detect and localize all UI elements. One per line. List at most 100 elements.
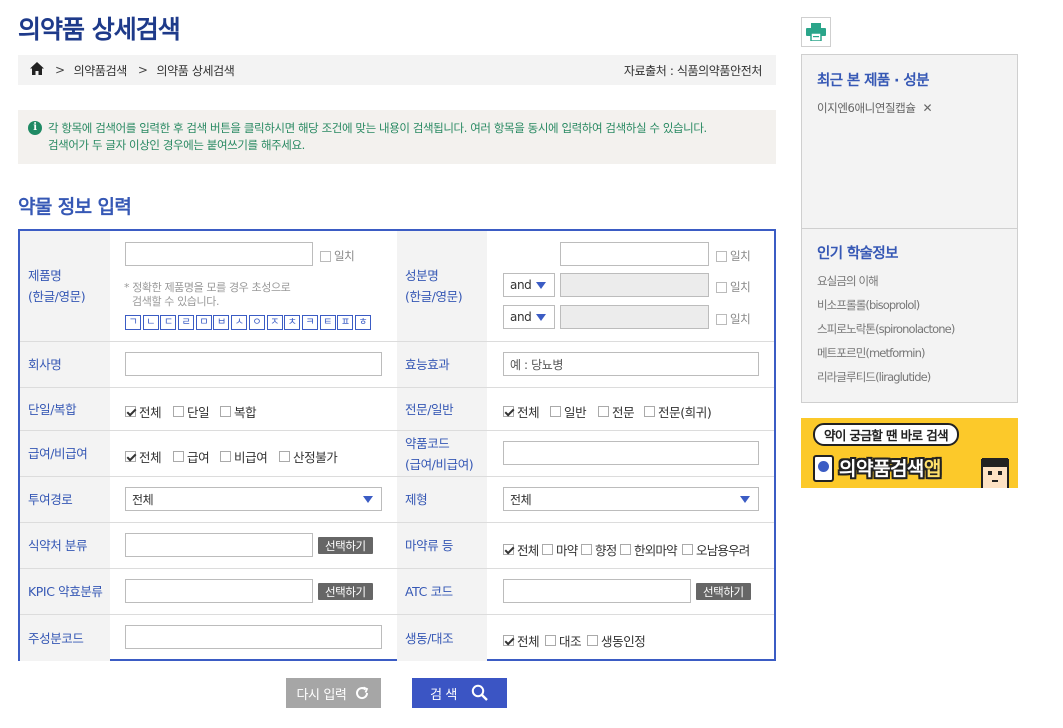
- popular-item[interactable]: 비소프롤롤(bisoprolol): [817, 297, 954, 321]
- ingredient-exact-checkbox-1[interactable]: 일치: [716, 248, 751, 264]
- breadcrumb: > 의약품검색 > 의약품 상세검색 자료출처 : 식품의약품안전처: [18, 55, 776, 85]
- print-button[interactable]: [801, 17, 831, 47]
- form-row: 단일/복합 전체 단일 복합 전문/일반 전체 일반 전문 전문(희귀): [20, 388, 774, 431]
- form-row: 급여/비급여 전체 급여 비급여 산정불가 약품코드 (급여/비급여): [20, 431, 774, 477]
- kpic-class-select-button[interactable]: 선택하기: [318, 583, 373, 600]
- general-checkbox[interactable]: 일반: [550, 402, 587, 421]
- atc-code-input[interactable]: [503, 579, 691, 603]
- mfds-class-select-button[interactable]: 선택하기: [318, 537, 373, 554]
- single-checkbox[interactable]: 단일: [173, 402, 210, 421]
- atc-code-select-button[interactable]: 선택하기: [696, 583, 751, 600]
- combo-checkbox[interactable]: 복합: [220, 402, 257, 421]
- ingredient-exact-checkbox-2[interactable]: 일치: [716, 279, 751, 295]
- ingredient-input-3[interactable]: [560, 305, 709, 329]
- efficacy-input[interactable]: 예 : 당뇨병: [503, 352, 759, 376]
- ingredient-operator-select-1[interactable]: and: [503, 273, 555, 297]
- reference-checkbox[interactable]: 대조: [545, 631, 582, 650]
- field-label: 효능효과: [397, 342, 487, 387]
- field-label: 마약류 등: [397, 523, 487, 568]
- data-source: 자료출처 : 식품의약품안전처: [623, 63, 763, 78]
- jamo-button[interactable]: ㅂ: [213, 315, 230, 330]
- popular-item[interactable]: 요실금의 이해: [817, 273, 954, 297]
- ingredient-code-input[interactable]: [125, 625, 382, 649]
- product-name-input[interactable]: [125, 242, 313, 266]
- form-row: 식약처 분류 선택하기 마약류 등 전체 마약 향정 한외마약 오남용우려: [20, 523, 774, 569]
- ingredient-operator-select-2[interactable]: and: [503, 305, 555, 329]
- breadcrumb-item[interactable]: 의약품검색: [74, 62, 128, 79]
- jamo-button[interactable]: ㄷ: [160, 315, 177, 330]
- jamo-button[interactable]: ㅋ: [301, 315, 318, 330]
- ingredient-input-2[interactable]: [560, 273, 709, 297]
- phone-icon: [813, 455, 834, 482]
- app-banner[interactable]: 약이 궁금할 땐 바로 검색 의약품검색앱: [801, 418, 1018, 488]
- exempt-narcotic-checkbox[interactable]: 한외마약: [620, 540, 678, 559]
- reimburse-all-checkbox[interactable]: 전체: [125, 447, 162, 466]
- jamo-button[interactable]: ㅊ: [284, 315, 301, 330]
- not-calculable-checkbox[interactable]: 산정불가: [279, 447, 338, 466]
- popular-item[interactable]: 리라글루티드(liraglutide): [817, 369, 954, 393]
- jamo-button[interactable]: ㅌ: [319, 315, 336, 330]
- company-input[interactable]: [125, 352, 382, 376]
- popular-item[interactable]: 메트포르민(metformin): [817, 345, 954, 369]
- search-icon: [471, 684, 488, 701]
- recent-item[interactable]: 이지엔6애니연질캡슐 ✕: [817, 100, 933, 116]
- form-row: 주성분코드 생동/대조 전체 대조 생동인정: [20, 615, 774, 661]
- bioequiv-all-checkbox[interactable]: 전체: [503, 631, 540, 650]
- dropdown-arrow-icon: [536, 314, 546, 321]
- info-line: 각 항목에 검색어를 입력한 후 검색 버튼을 클릭하시면 해당 조건에 맞는 …: [48, 121, 707, 135]
- kpic-class-input[interactable]: [125, 579, 313, 603]
- jamo-button[interactable]: ㅇ: [248, 315, 265, 330]
- form-row: 회사명 효능효과 예 : 당뇨병: [20, 342, 774, 388]
- jamo-button[interactable]: ㅎ: [354, 315, 371, 330]
- mfds-class-input[interactable]: [125, 533, 313, 557]
- narcotics-all-checkbox[interactable]: 전체: [503, 540, 539, 559]
- field-label: 약품코드 (급여/비급여): [397, 431, 487, 476]
- drug-code-input[interactable]: [503, 441, 759, 465]
- home-icon[interactable]: [30, 62, 44, 78]
- info-box: i 각 항목에 검색어를 입력한 후 검색 버튼을 클릭하시면 해당 조건에 맞…: [18, 110, 776, 164]
- chevron-right-icon: >: [137, 63, 148, 77]
- professional-checkbox[interactable]: 전문: [598, 402, 635, 421]
- character-icon: [981, 458, 1009, 488]
- professional-rare-checkbox[interactable]: 전문(희귀): [644, 402, 712, 421]
- jamo-button[interactable]: ㅁ: [195, 315, 212, 330]
- dropdown-arrow-icon: [536, 282, 546, 289]
- form-row: 투여경로 전체 제형 전체: [20, 477, 774, 523]
- field-label: 급여/비급여: [20, 431, 110, 476]
- narcotic-checkbox[interactable]: 마약: [542, 540, 578, 559]
- close-icon[interactable]: ✕: [923, 101, 933, 115]
- dosage-form-select[interactable]: 전체: [503, 487, 759, 511]
- reimbursed-checkbox[interactable]: 급여: [173, 447, 210, 466]
- breadcrumb-item[interactable]: 의약품 상세검색: [157, 62, 235, 79]
- jamo-button[interactable]: ㄴ: [142, 315, 159, 330]
- field-label: 성분명 (한글/영문): [397, 231, 487, 341]
- jamo-button[interactable]: ㅅ: [231, 315, 248, 330]
- field-label: 단일/복합: [20, 388, 110, 430]
- field-label: 제형: [397, 477, 487, 522]
- popular-list: 요실금의 이해 비소프롤롤(bisoprolol) 스피로노락톤(spirono…: [817, 273, 955, 393]
- bioequiv-approved-checkbox[interactable]: 생동인정: [587, 631, 646, 650]
- field-label: 회사명: [20, 342, 110, 387]
- product-exact-checkbox[interactable]: 일치: [320, 248, 355, 264]
- field-label: KPIC 약효분류: [20, 569, 110, 614]
- jamo-button[interactable]: ㅈ: [266, 315, 283, 330]
- recent-title: 최근 본 제품 · 성분: [817, 73, 929, 89]
- dropdown-arrow-icon: [363, 496, 373, 503]
- pro-general-all-checkbox[interactable]: 전체: [503, 402, 540, 421]
- search-button[interactable]: 검 색: [412, 678, 507, 708]
- route-select[interactable]: 전체: [125, 487, 382, 511]
- non-reimbursed-checkbox[interactable]: 비급여: [220, 447, 268, 466]
- psychotropic-checkbox[interactable]: 향정: [581, 540, 617, 559]
- reset-button[interactable]: 다시 입력: [286, 678, 381, 708]
- misuse-concern-checkbox[interactable]: 오남용우려: [682, 540, 750, 559]
- single-combo-all-checkbox[interactable]: 전체: [125, 402, 162, 421]
- divider: [802, 228, 1017, 229]
- sidebar: 최근 본 제품 · 성분 이지엔6애니연질캡슐 ✕ 인기 학술정보 요실금의 이…: [801, 54, 1018, 403]
- jamo-button[interactable]: ㄱ: [125, 315, 141, 330]
- field-label: ATC 코드: [397, 569, 487, 614]
- jamo-button[interactable]: ㅍ: [337, 315, 354, 330]
- jamo-button[interactable]: ㄹ: [178, 315, 195, 330]
- ingredient-exact-checkbox-3[interactable]: 일치: [716, 311, 751, 327]
- ingredient-input-1[interactable]: [560, 242, 709, 266]
- popular-item[interactable]: 스피로노락톤(spironolactone): [817, 321, 955, 345]
